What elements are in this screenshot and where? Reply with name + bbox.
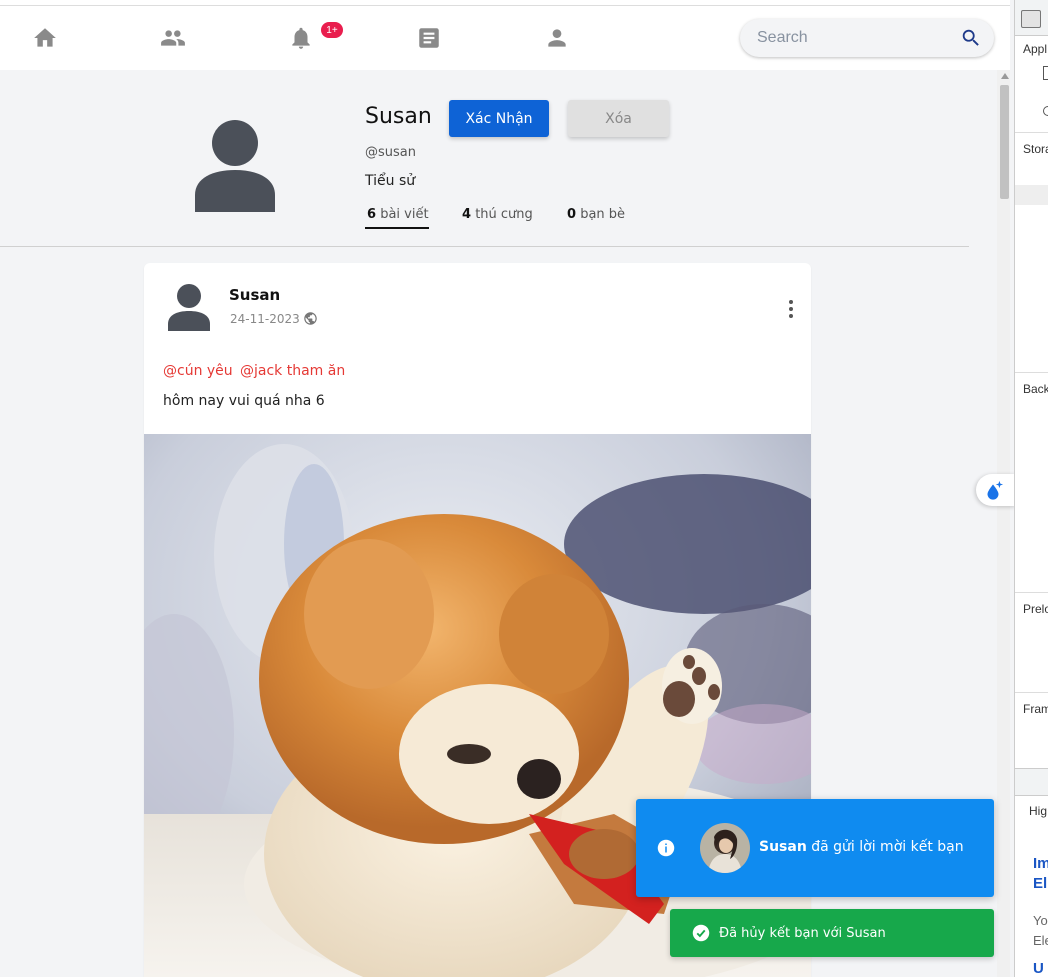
devtools-heading-line: Im [1033,855,1048,872]
friend-request-message: Susan đã gửi lời mời kết bạn [759,839,964,855]
person-icon[interactable] [544,25,570,51]
devtools-section[interactable]: Appl [1023,42,1047,56]
profile-handle: @susan [365,145,416,160]
devtools-footer-link[interactable]: U [1033,960,1044,977]
friends-label: bạn bè [580,207,626,222]
active-tab-indicator [365,227,429,229]
devtools-body-line: Ele [1033,933,1048,948]
posts-label: bài viết [380,207,429,222]
search-icon[interactable] [960,27,982,49]
profile-name: Susan [365,104,432,129]
bell-icon[interactable] [288,25,314,51]
devtools-divider [1015,372,1048,373]
devtools-panel: Appl Stora Back Prelo Fram Hig Im El Yo … [1014,0,1048,977]
devtools-body-line: Yo [1033,913,1048,928]
friend-request-text: đã gửi lời mời kết bạn [811,839,964,855]
devtools-section[interactable]: Stora [1023,142,1048,156]
confirm-friend-button[interactable]: Xác Nhận [449,100,549,137]
home-icon[interactable] [32,25,58,51]
devtools-toolbar [1015,0,1048,36]
profile-avatar [195,120,275,212]
tab-pets[interactable]: 4 thú cưng [462,207,533,222]
unfriend-toast[interactable]: Đã hủy kết bạn với Susan [670,909,994,957]
pets-label: thú cưng [475,207,533,222]
more-options-icon[interactable] [784,299,798,319]
devtools-divider [1015,692,1048,693]
tab-friends[interactable]: 0 bạn bè [567,207,625,222]
profile-bio: Tiểu sử [365,173,416,189]
tab-posts[interactable]: 6 bài viết [367,207,429,222]
unfriend-message: Đã hủy kết bạn với Susan [719,926,886,941]
globe-icon [304,312,317,325]
article-icon[interactable] [416,25,442,51]
search-input[interactable] [757,29,947,47]
tree-item-icon[interactable] [1043,66,1048,80]
pets-count: 4 [462,207,472,222]
post-author[interactable]: Susan [229,286,280,304]
devtools-drawer-bar[interactable] [1015,768,1048,796]
notification-badge: 1+ [321,22,343,38]
scroll-up-arrow[interactable] [1001,73,1009,79]
page-scrollbar[interactable] [997,70,1010,977]
pet-tag[interactable]: @cún yêu [163,363,233,379]
devtools-section[interactable]: Fram [1023,702,1048,716]
selected-tree-row[interactable] [1015,185,1048,205]
devtools-section[interactable]: Prelo [1023,602,1048,616]
scroll-thumb[interactable] [1000,85,1009,199]
top-navbar: 1+ [0,6,1010,70]
profile-divider [0,246,969,247]
delete-request-button[interactable]: Xóa [568,100,669,137]
database-icon[interactable] [1043,106,1048,116]
devtools-divider [1015,132,1048,133]
requester-name: Susan [759,839,807,855]
sparkle-drop-icon [987,480,1004,500]
search-box [740,19,994,57]
devtools-drawer-tab[interactable]: Hig [1029,804,1047,818]
friend-request-toast[interactable]: Susan đã gửi lời mời kết bạn [636,799,994,897]
check-circle-icon [692,924,710,942]
posts-count: 6 [367,207,377,222]
friends-icon[interactable] [160,25,186,51]
gear-icon[interactable] [1029,86,1048,100]
devtools-heading-line: El [1033,875,1048,892]
friends-count: 0 [567,207,577,222]
pet-tag[interactable]: @jack tham ăn [240,363,345,379]
devtools-divider [1015,592,1048,593]
requester-avatar [700,823,750,873]
post-author-avatar[interactable] [168,284,210,331]
info-icon [657,839,675,857]
post-text: hôm nay vui quá nha 6 [163,393,325,409]
devtools-section[interactable]: Back [1023,382,1048,396]
ai-assistant-tab[interactable] [976,474,1016,506]
element-picker-icon[interactable] [1021,10,1041,28]
post-date: 24-11-2023 [230,312,300,326]
